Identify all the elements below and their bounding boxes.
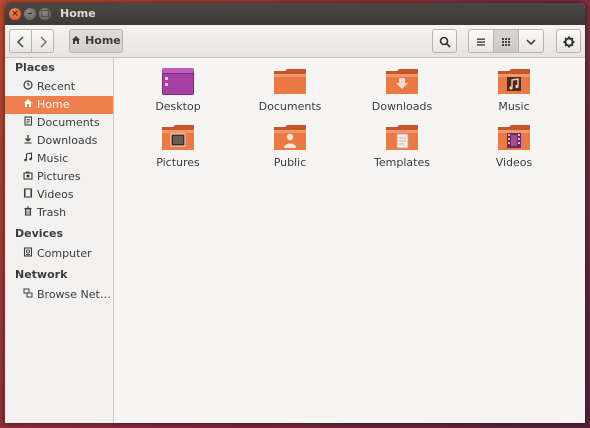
section-devices: Devices xyxy=(15,227,64,240)
maximize-window-button[interactable]: □ xyxy=(39,8,51,20)
search-icon xyxy=(439,36,451,48)
forward-button[interactable] xyxy=(31,29,54,53)
section-network: Network xyxy=(15,268,68,281)
grid-icon xyxy=(502,37,510,46)
file-item-pictures[interactable]: Pictures xyxy=(133,123,223,169)
view-options-button[interactable] xyxy=(518,29,544,53)
sidebar-item-label: Computer xyxy=(37,247,92,260)
list-icon xyxy=(477,38,485,46)
file-label: Templates xyxy=(374,156,430,169)
file-label: Public xyxy=(273,156,307,169)
network-icon xyxy=(22,287,34,305)
sidebar-item-label: Music xyxy=(37,152,69,165)
search-button[interactable] xyxy=(432,29,457,53)
pictures-folder-icon xyxy=(162,125,194,150)
sidebar-item-computer[interactable]: Computer xyxy=(5,245,113,263)
file-item-public[interactable]: Public xyxy=(245,123,335,169)
home-icon xyxy=(72,36,81,44)
download-folder-icon xyxy=(386,69,418,94)
sidebar-item-label: Downloads xyxy=(37,134,98,147)
sidebar-item-pictures[interactable]: Pictures xyxy=(5,168,113,186)
sidebar-item-downloads[interactable]: Downloads xyxy=(5,132,113,150)
sidebar-item-label: Trash xyxy=(37,206,67,219)
file-label: Documents xyxy=(258,100,322,113)
music-folder-icon xyxy=(498,69,530,94)
file-item-videos[interactable]: Videos xyxy=(469,123,559,169)
clock-icon xyxy=(22,79,34,97)
camera-icon xyxy=(22,169,34,187)
chevron-left-icon xyxy=(16,35,24,48)
sidebar-item-label: Documents xyxy=(37,116,100,129)
templates-folder-icon xyxy=(386,125,418,150)
sidebar-item-label: Videos xyxy=(37,188,74,201)
sidebar-item-recent[interactable]: Recent xyxy=(5,78,113,96)
sidebar-item-label: Recent xyxy=(37,80,76,93)
file-item-music[interactable]: Music xyxy=(469,67,559,113)
file-grid: Desktop Documents Downloads Music Pictur… xyxy=(114,58,585,423)
file-label: Music xyxy=(498,100,530,113)
drive-icon xyxy=(22,246,34,264)
path-home-button[interactable]: Home xyxy=(69,29,123,53)
download-icon xyxy=(22,133,34,151)
back-button[interactable] xyxy=(9,29,32,53)
sidebar-item-browse-network[interactable]: Browse Net… xyxy=(5,286,113,304)
file-item-templates[interactable]: Templates xyxy=(357,123,447,169)
sidebar-item-label: Home xyxy=(37,98,70,111)
desktop-folder-icon xyxy=(162,68,194,95)
document-icon xyxy=(22,115,34,133)
music-icon xyxy=(22,151,34,169)
toolbar: Home xyxy=(5,25,585,58)
close-window-button[interactable]: × xyxy=(9,8,21,20)
sidebar-item-label: Pictures xyxy=(37,170,81,183)
file-item-downloads[interactable]: Downloads xyxy=(357,67,447,113)
film-icon xyxy=(22,187,34,205)
gear-icon xyxy=(563,36,574,47)
videos-folder-icon xyxy=(498,125,530,150)
trash-icon xyxy=(22,205,34,223)
settings-button[interactable] xyxy=(556,29,581,53)
file-item-desktop[interactable]: Desktop xyxy=(133,67,223,113)
sidebar-item-documents[interactable]: Documents xyxy=(5,114,113,132)
chevron-down-icon xyxy=(526,38,536,45)
grid-view-button[interactable] xyxy=(493,29,519,53)
sidebar-item-music[interactable]: Music xyxy=(5,150,113,168)
public-folder-icon xyxy=(274,125,306,150)
sidebar-item-videos[interactable]: Videos xyxy=(5,186,113,204)
list-view-button[interactable] xyxy=(468,29,494,53)
section-places: Places xyxy=(15,61,55,74)
sidebar-item-trash[interactable]: Trash xyxy=(5,204,113,222)
file-label: Desktop xyxy=(155,100,201,113)
file-label: Videos xyxy=(495,156,533,169)
sidebar: Places Recent Home Documents Downloads M… xyxy=(5,58,114,423)
file-item-documents[interactable]: Documents xyxy=(245,67,335,113)
folder-icon xyxy=(274,69,306,94)
file-label: Downloads xyxy=(371,100,433,113)
path-home-label: Home xyxy=(85,34,121,47)
file-label: Pictures xyxy=(156,156,200,169)
chevron-right-icon xyxy=(39,35,47,48)
sidebar-item-home[interactable]: Home xyxy=(5,96,113,114)
title-bar[interactable]: × – □ Home xyxy=(5,3,585,25)
minimize-window-button[interactable]: – xyxy=(24,8,36,20)
file-manager-window: × – □ Home Home Places Recent Home Docum… xyxy=(5,3,585,423)
sidebar-item-label: Browse Net… xyxy=(37,288,111,301)
window-title: Home xyxy=(60,7,96,20)
home-icon xyxy=(22,97,34,115)
